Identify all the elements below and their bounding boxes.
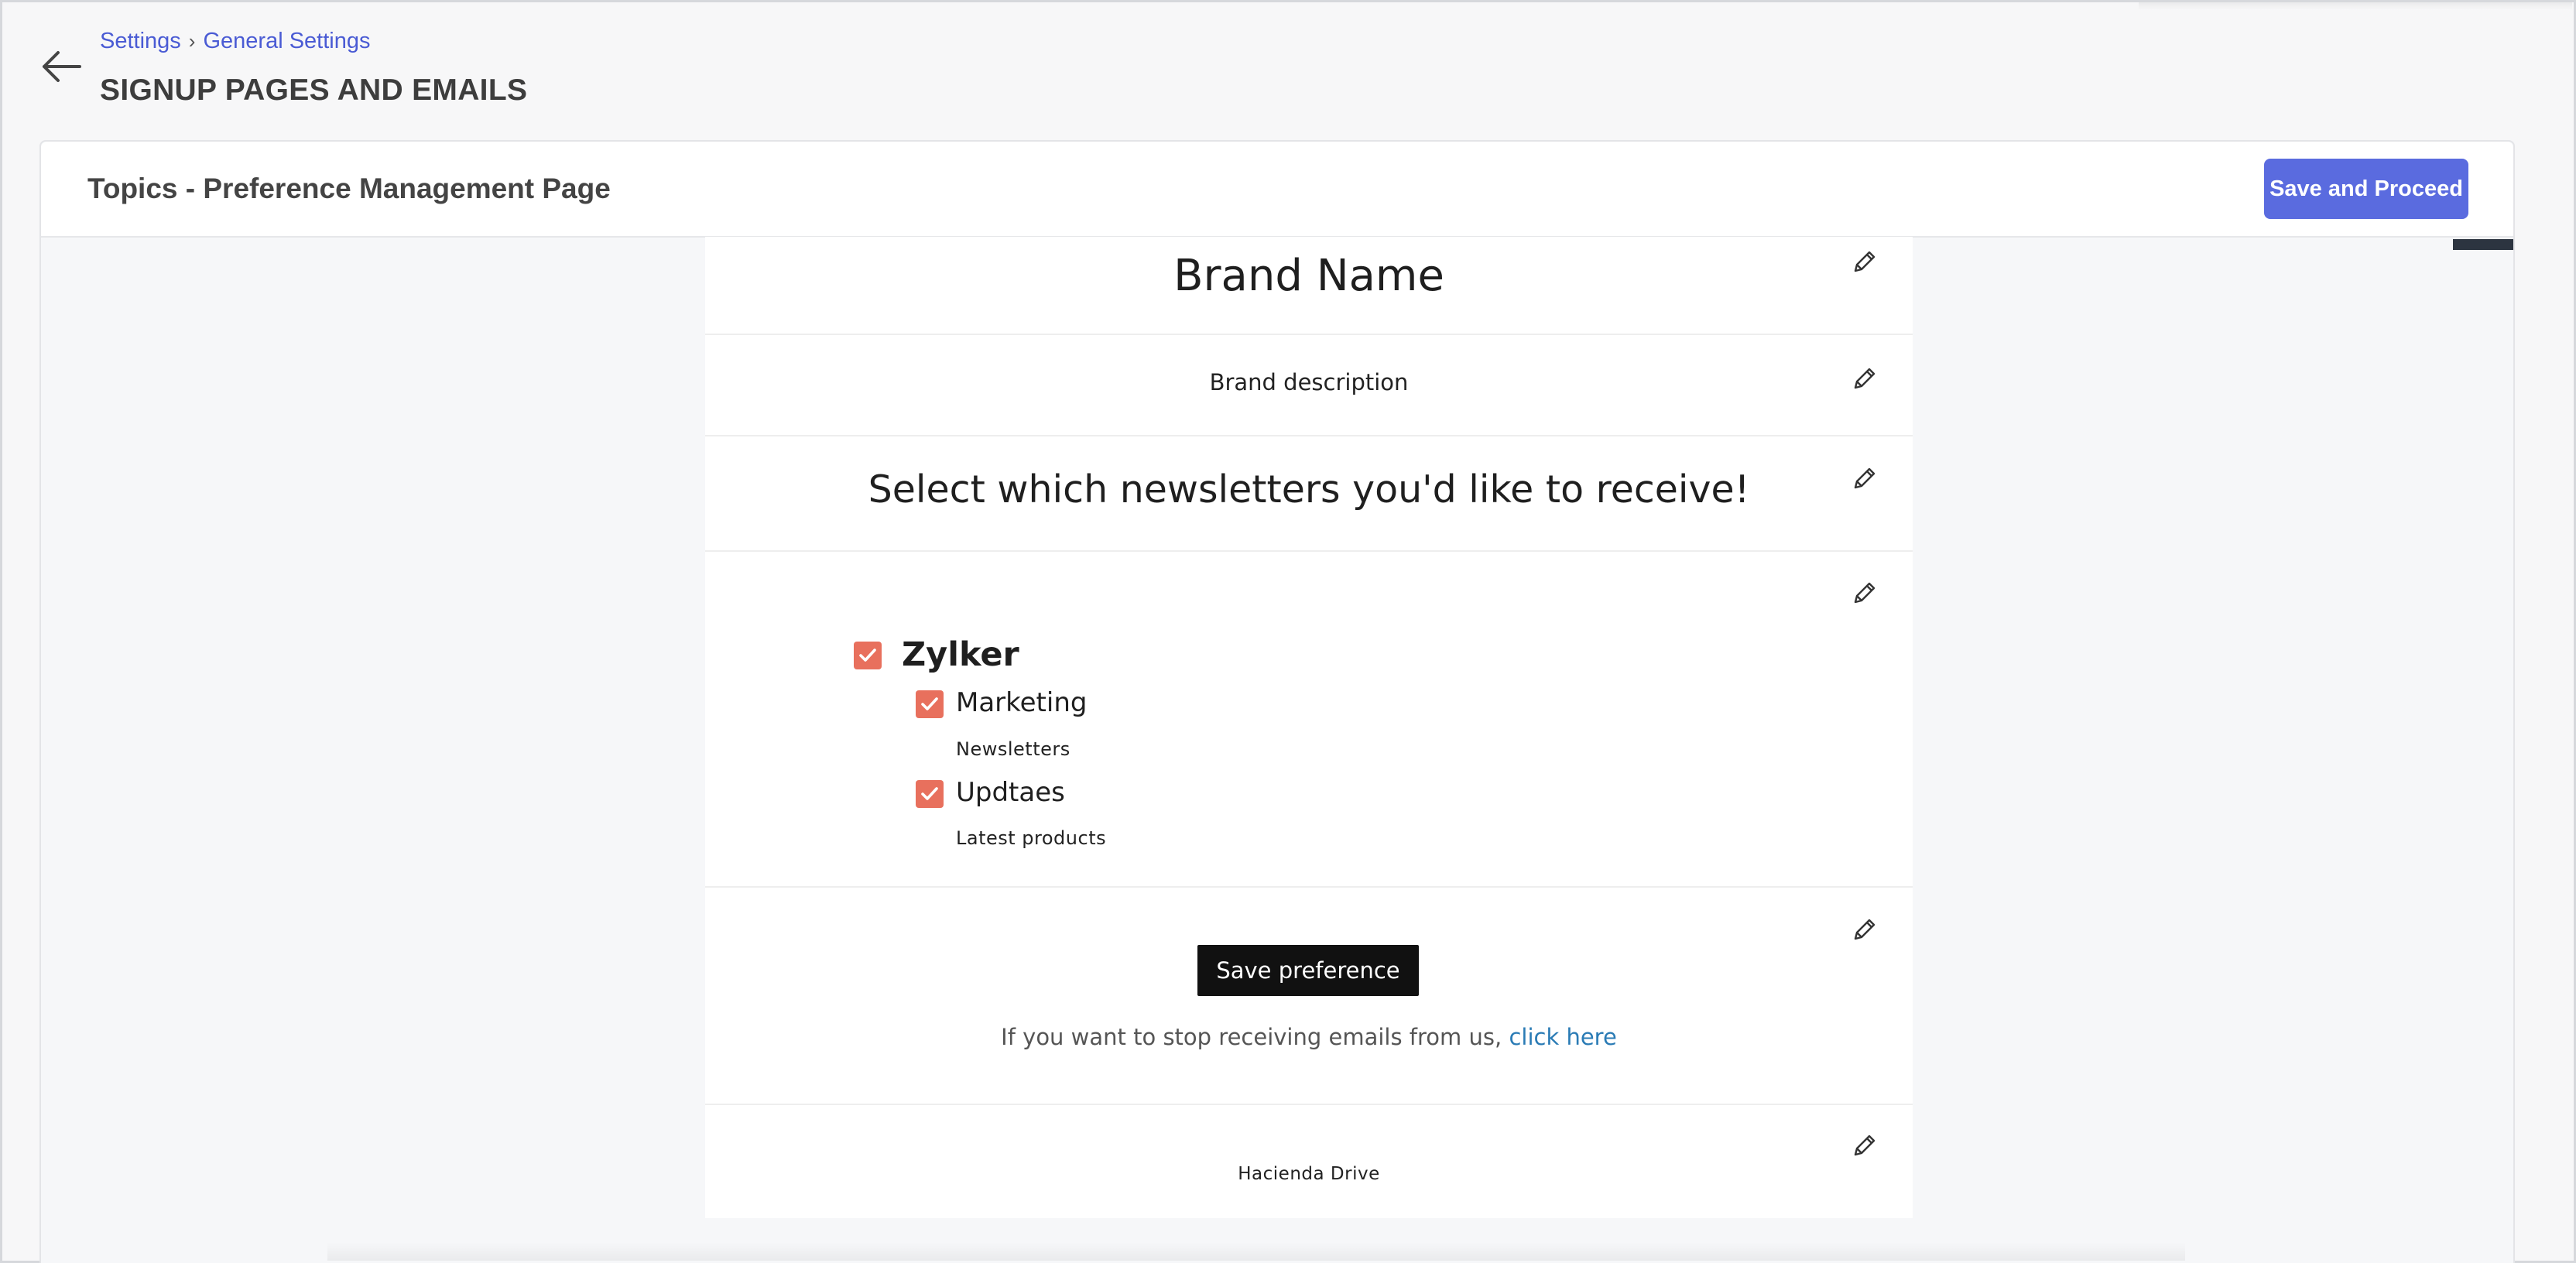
breadcrumb: Settings › General Settings: [100, 29, 370, 54]
card-header: Topics - Preference Management Page Save…: [41, 142, 2513, 238]
breadcrumb-general-settings-link[interactable]: General Settings: [203, 29, 370, 54]
newsletter-heading: Select which newsletters you'd like to r…: [868, 467, 1750, 512]
pencil-icon[interactable]: [1849, 914, 1880, 945]
pencil-icon[interactable]: [1849, 363, 1880, 394]
brand-name-section[interactable]: Brand Name: [705, 237, 1913, 335]
top-shadow: [2139, 2, 2572, 10]
topics-section[interactable]: Zylker Marketing Newsletters Updtaes Lat…: [705, 552, 1913, 888]
pencil-icon[interactable]: [1849, 463, 1880, 494]
address-section[interactable]: Hacienda Drive: [705, 1105, 1913, 1218]
side-panel-handle[interactable]: [2453, 239, 2513, 250]
checkmark-icon: [921, 697, 938, 710]
pencil-icon[interactable]: [1849, 577, 1880, 608]
zylker-checkbox[interactable]: [854, 642, 882, 669]
pencil-icon[interactable]: [1849, 246, 1880, 277]
checkmark-icon: [921, 787, 938, 800]
app-window: Settings › General Settings SIGNUP PAGES…: [0, 0, 2576, 1263]
preference-page-preview: Brand Name Brand description Select whic…: [705, 237, 1913, 1218]
marketing-checkbox[interactable]: [916, 690, 944, 718]
topic-updates-label: Updtaes: [956, 777, 1065, 808]
back-button[interactable]: [39, 47, 83, 86]
checkmark-icon: [859, 649, 876, 662]
pencil-icon[interactable]: [1849, 1130, 1880, 1161]
footer-address: Hacienda Drive: [1238, 1164, 1380, 1184]
brand-description-section[interactable]: Brand description: [705, 335, 1913, 436]
arrow-left-icon: [43, 51, 81, 82]
unsubscribe-text: If you want to stop receiving emails fro…: [705, 1024, 1913, 1050]
brand-description: Brand description: [1209, 369, 1409, 395]
bottom-shadow: [327, 1242, 2185, 1261]
updates-checkbox[interactable]: [916, 780, 944, 808]
breadcrumb-separator: ›: [188, 29, 196, 53]
topic-updates-description: Latest products: [956, 827, 1107, 849]
unsubscribe-link[interactable]: click here: [1509, 1024, 1616, 1050]
topic-marketing-label: Marketing: [956, 687, 1088, 718]
save-preference-section[interactable]: Save preference If you want to stop rece…: [705, 888, 1913, 1105]
save-and-proceed-button[interactable]: Save and Proceed: [2264, 159, 2468, 219]
breadcrumb-settings-link[interactable]: Settings: [100, 29, 181, 54]
card-title: Topics - Preference Management Page: [87, 173, 611, 204]
unsubscribe-message: If you want to stop receiving emails fro…: [1001, 1024, 1502, 1050]
heading-section[interactable]: Select which newsletters you'd like to r…: [705, 436, 1913, 552]
page-title: SIGNUP PAGES AND EMAILS: [100, 74, 528, 107]
topic-marketing-description: Newsletters: [956, 738, 1070, 760]
brand-name: Brand Name: [1173, 251, 1444, 301]
save-preference-button[interactable]: Save preference: [1197, 945, 1419, 996]
topic-zylker-label: Zylker: [902, 635, 1019, 674]
